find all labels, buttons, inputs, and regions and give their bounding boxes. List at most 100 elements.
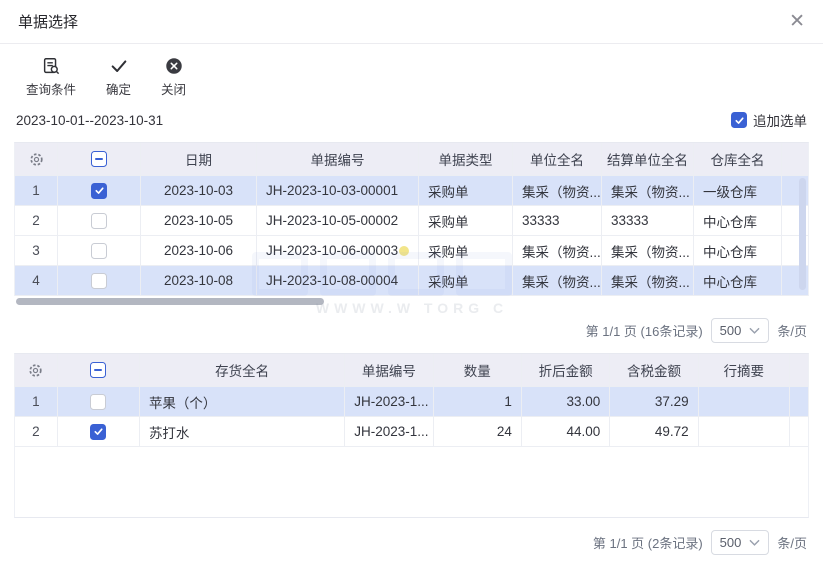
row-checkbox[interactable] — [90, 393, 107, 410]
page-info: 第 1/1 页 (2条记录) — [592, 536, 703, 551]
cell: 采购单 — [419, 206, 513, 235]
table-row[interactable]: 2 2023-10-05 JH-2023-10-05-00002 采购单 33333 33… — [15, 206, 808, 236]
row-checkbox-cell — [58, 266, 141, 295]
row-checkbox-cell — [58, 236, 141, 265]
item-table-pagination: 第 1/1 页 (2条记录) 500 条/页 — [16, 530, 807, 555]
cell: 24 — [434, 417, 522, 446]
row-checkbox-cell — [58, 417, 140, 446]
column-header[interactable]: 单据类型 — [419, 143, 513, 175]
append-selection-label: 追加选单 — [753, 114, 807, 129]
row-checkbox[interactable] — [91, 272, 107, 289]
document-table: 日期 单据编号 单据类型 单位全名 结算单位全名 仓库全名 1 2023-10-03 JH-20… — [14, 142, 809, 296]
vertical-scrollbar-thumb[interactable] — [799, 178, 806, 290]
row-checkbox[interactable] — [91, 212, 107, 229]
page-size-value: 500 — [719, 535, 742, 550]
column-header[interactable]: 行摘要 — [699, 354, 790, 386]
row-checkbox[interactable] — [91, 242, 107, 259]
cell: 苏打水 — [140, 417, 346, 446]
column-header[interactable]: 折后金额 — [522, 354, 611, 386]
confirm-label: 确定 — [106, 83, 132, 97]
table-row[interactable]: 2 苏打水 JH-2023-1... 24 44.00 49.72 — [15, 417, 808, 447]
select-all-checkbox[interactable] — [90, 362, 107, 378]
table-row[interactable]: 4 2023-10-08 JH-2023-10-08-00004 采购单 集采（物资..… — [15, 266, 808, 296]
chevron-down-icon — [750, 327, 760, 334]
close-label: 关闭 — [161, 83, 187, 97]
column-header[interactable]: 日期 — [141, 143, 257, 175]
cell: 中心仓库 — [694, 236, 782, 265]
cell: JH-2023-10-08-00004 — [257, 266, 419, 295]
select-all-checkbox[interactable] — [91, 151, 107, 167]
select-all-cell — [58, 143, 141, 175]
cell: 2023-10-05 — [141, 206, 257, 235]
query-conditions-icon — [41, 56, 61, 76]
column-header[interactable]: 单据编号 — [257, 143, 419, 175]
cell: 33333 — [513, 206, 602, 235]
row-checkbox[interactable] — [91, 182, 107, 199]
cell: JH-2023-1... — [345, 417, 434, 446]
cell: 采购单 — [419, 176, 513, 205]
row-checkbox[interactable] — [90, 423, 107, 440]
column-settings-icon[interactable] — [15, 143, 58, 175]
append-selection-toggle[interactable]: 追加选单 — [731, 110, 807, 130]
column-header[interactable]: 仓库全名 — [694, 143, 782, 175]
cell: 33.00 — [522, 387, 611, 416]
chevron-down-icon — [750, 539, 760, 546]
column-header[interactable]: 数量 — [434, 354, 522, 386]
cell — [699, 417, 790, 446]
cell: 苹果（个） — [140, 387, 346, 416]
table-header-row: 存货全名 单据编号 数量 折后金额 含税金额 行摘要 — [15, 354, 808, 387]
row-filler — [790, 417, 808, 446]
horizontal-scrollbar[interactable] — [14, 298, 809, 306]
page-size-select[interactable]: 500 — [710, 530, 770, 555]
page-unit-label: 条/页 — [777, 324, 807, 339]
row-checkbox-cell — [58, 387, 140, 416]
table-row[interactable]: 1 2023-10-03 JH-2023-10-03-00001 采购单 集采（物资..… — [15, 176, 808, 206]
table-row[interactable]: 1 苹果（个） JH-2023-1... 1 33.00 37.29 — [15, 387, 808, 417]
append-selection-checkbox[interactable] — [731, 112, 747, 128]
row-number: 2 — [15, 417, 58, 446]
table-header-row: 日期 单据编号 单据类型 单位全名 结算单位全名 仓库全名 — [15, 143, 808, 176]
row-number: 2 — [15, 206, 58, 235]
column-header[interactable]: 结算单位全名 — [602, 143, 694, 175]
row-number: 4 — [15, 266, 58, 295]
dialog-title: 单据选择 — [18, 14, 79, 31]
date-range-text: 2023-10-01--2023-10-31 — [16, 112, 164, 128]
toolbar: 查询条件 确定 关闭 — [0, 44, 823, 104]
cell: 中心仓库 — [694, 206, 782, 235]
column-header[interactable]: 含税金额 — [610, 354, 699, 386]
row-checkbox-cell — [58, 206, 141, 235]
cell: 1 — [434, 387, 522, 416]
horizontal-scrollbar-thumb[interactable] — [16, 298, 324, 305]
query-conditions-label: 查询条件 — [26, 83, 77, 97]
cell — [699, 387, 790, 416]
cell: 集采（物资... — [602, 266, 694, 295]
column-header[interactable]: 单位全名 — [513, 143, 602, 175]
column-header[interactable]: 存货全名 — [140, 354, 346, 386]
row-number: 1 — [15, 387, 58, 416]
page-info: 第 1/1 页 (16条记录) — [585, 324, 703, 339]
column-header[interactable]: 单据编号 — [345, 354, 434, 386]
cell: JH-2023-1... — [345, 387, 434, 416]
close-icon[interactable]: ✕ — [789, 12, 805, 31]
dialog-titlebar: 单据选择 ✕ — [0, 0, 823, 44]
cell: 33333 — [602, 206, 694, 235]
cell: 集采（物资... — [513, 266, 602, 295]
cell: 集采（物资... — [602, 176, 694, 205]
page-unit-label: 条/页 — [777, 536, 807, 551]
page-size-select[interactable]: 500 — [710, 318, 770, 343]
table-row[interactable]: 3 2023-10-06 JH-2023-10-06-00003 采购单 集采（物资..… — [15, 236, 808, 266]
cell: 49.72 — [610, 417, 699, 446]
header-filler — [782, 143, 808, 175]
cell: 中心仓库 — [694, 266, 782, 295]
cell: 2023-10-06 — [141, 236, 257, 265]
cell: 一级仓库 — [694, 176, 782, 205]
confirm-button[interactable]: 确定 — [106, 56, 131, 98]
column-settings-icon[interactable] — [15, 354, 58, 386]
cell: 采购单 — [419, 236, 513, 265]
document-select-dialog: 单据选择 ✕ 查询条件 确定 关闭 2023-10-01--2023-10-31… — [0, 0, 823, 570]
item-table: 存货全名 单据编号 数量 折后金额 含税金额 行摘要 1 苹果（个） JH-2023-1... 1… — [14, 353, 809, 518]
query-conditions-button[interactable]: 查询条件 — [26, 56, 76, 98]
header-filler — [790, 354, 808, 386]
close-button[interactable]: 关闭 — [161, 56, 186, 98]
row-filler — [790, 387, 808, 416]
